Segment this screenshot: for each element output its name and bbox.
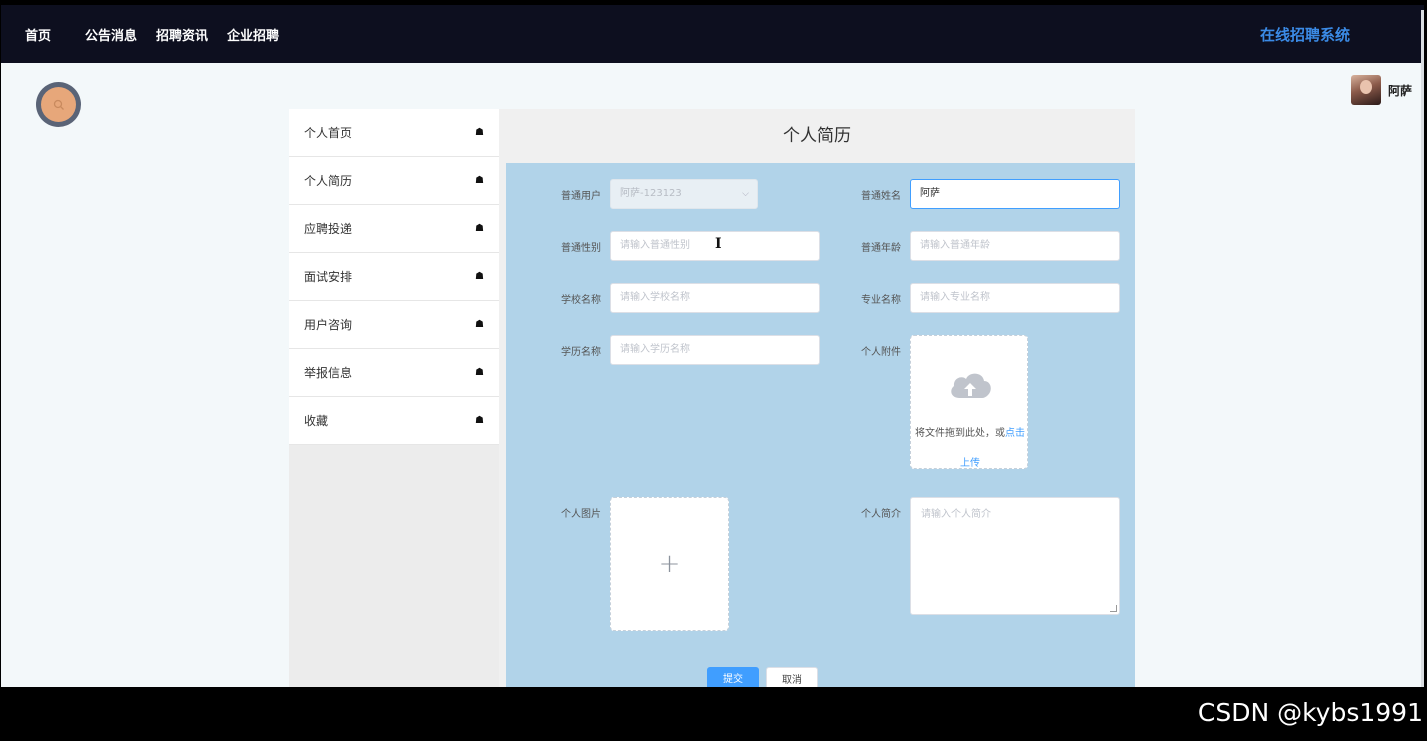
sidebar-item-label: 个人首页: [304, 126, 353, 140]
submit-button[interactable]: 提交: [707, 667, 759, 687]
resume-form: 普通用户 阿萨-123123 ⌵ 普通姓名 阿萨 普通性别 请输入普通性别 普通…: [506, 163, 1135, 687]
sidebar-item-label: 举报信息: [304, 366, 353, 380]
plus-icon: +: [658, 549, 681, 579]
nav-company-jobs[interactable]: 企业招聘: [227, 25, 279, 44]
home-icon: ☗: [475, 367, 484, 378]
sidebar-item-favorites[interactable]: 收藏 ☗: [289, 397, 499, 445]
nav-recruit-news[interactable]: 招聘资讯: [156, 25, 208, 44]
search-button[interactable]: [36, 82, 81, 127]
major-label: 专业名称: [861, 295, 901, 306]
degree-label: 学历名称: [561, 347, 601, 358]
intro-label: 个人简介: [861, 509, 901, 520]
home-icon: ☗: [475, 127, 484, 138]
sidebar: 个人首页 ☗ 个人简历 ☗ 应聘投递 ☗ 面试安排 ☗ 用户咨询 ☗ 举报信息 …: [289, 109, 499, 687]
page-title: 个人简历: [783, 126, 851, 146]
photo-upload[interactable]: +: [610, 497, 729, 631]
user-label: 普通用户: [561, 191, 601, 202]
user-name: 阿萨: [1387, 83, 1412, 98]
sidebar-item-label: 用户咨询: [304, 318, 353, 332]
user-menu[interactable]: 阿萨: [1350, 75, 1412, 105]
major-field[interactable]: 请输入专业名称: [910, 283, 1120, 313]
resume-panel: 个人简历 普通用户 阿萨-123123 ⌵ 普通姓名 阿萨 普通性别 请输入普通…: [499, 109, 1135, 687]
cancel-button[interactable]: 取消: [766, 667, 818, 687]
user-select[interactable]: 阿萨-123123 ⌵: [610, 179, 758, 209]
name-label: 普通姓名: [861, 191, 901, 202]
attachment-upload[interactable]: 将文件拖到此处，或点击 上传: [910, 335, 1028, 469]
name-field[interactable]: 阿萨: [910, 179, 1120, 209]
resize-handle-icon[interactable]: [1110, 605, 1117, 612]
upload-link[interactable]: 上传: [911, 454, 1029, 469]
attachment-label: 个人附件: [861, 347, 901, 358]
sidebar-item-consult[interactable]: 用户咨询 ☗: [289, 301, 499, 349]
home-icon: ☗: [475, 223, 484, 234]
sidebar-item-home[interactable]: 个人首页 ☗: [289, 109, 499, 157]
sidebar-item-interviews[interactable]: 面试安排 ☗: [289, 253, 499, 301]
sidebar-item-resume[interactable]: 个人简历 ☗: [289, 157, 499, 205]
watermark: CSDN @kybs1991: [1197, 698, 1423, 727]
upload-hint: 将文件拖到此处，或点击: [915, 428, 1025, 439]
page: 首页 公告消息 招聘资讯 企业招聘 在线招聘系统 阿萨 个人首页 ☗ 个人简历 …: [1, 5, 1424, 687]
photo-label: 个人图片: [561, 509, 601, 520]
gender-label: 普通性别: [561, 243, 601, 254]
home-icon: ☗: [475, 415, 484, 426]
nav-home[interactable]: 首页: [25, 25, 51, 44]
school-label: 学校名称: [561, 295, 601, 306]
sidebar-item-label: 收藏: [304, 414, 329, 428]
upload-click-link[interactable]: 点击: [1005, 428, 1025, 439]
avatar: [1350, 75, 1381, 105]
age-field[interactable]: 请输入普通年龄: [910, 231, 1120, 261]
text-cursor-icon: I: [715, 236, 722, 252]
nav-announcements[interactable]: 公告消息: [85, 25, 137, 44]
user-select-value: 阿萨-123123: [620, 188, 682, 199]
page-scrollbar[interactable]: [1421, 10, 1424, 687]
sidebar-item-label: 个人简历: [304, 174, 353, 188]
intro-textarea[interactable]: 请输入个人简介: [910, 497, 1120, 615]
search-icon: [41, 87, 76, 122]
screen-frame: 首页 公告消息 招聘资讯 企业招聘 在线招聘系统 阿萨 个人首页 ☗ 个人简历 …: [0, 0, 1427, 741]
home-icon: ☗: [475, 175, 484, 186]
sidebar-item-label: 面试安排: [304, 270, 353, 284]
age-label: 普通年龄: [861, 243, 901, 254]
sidebar-item-label: 应聘投递: [304, 222, 353, 236]
home-icon: ☗: [475, 319, 484, 330]
school-field[interactable]: 请输入学校名称: [610, 283, 820, 313]
chevron-down-icon: ⌵: [742, 189, 749, 199]
degree-field[interactable]: 请输入学历名称: [610, 335, 820, 365]
home-icon: ☗: [475, 271, 484, 282]
sidebar-item-applications[interactable]: 应聘投递 ☗: [289, 205, 499, 253]
sidebar-item-reports[interactable]: 举报信息 ☗: [289, 349, 499, 397]
brand-title: 在线招聘系统: [1259, 26, 1350, 44]
top-nav: 首页 公告消息 招聘资讯 企业招聘 在线招聘系统: [1, 5, 1424, 63]
upload-cloud-icon: [947, 368, 993, 408]
